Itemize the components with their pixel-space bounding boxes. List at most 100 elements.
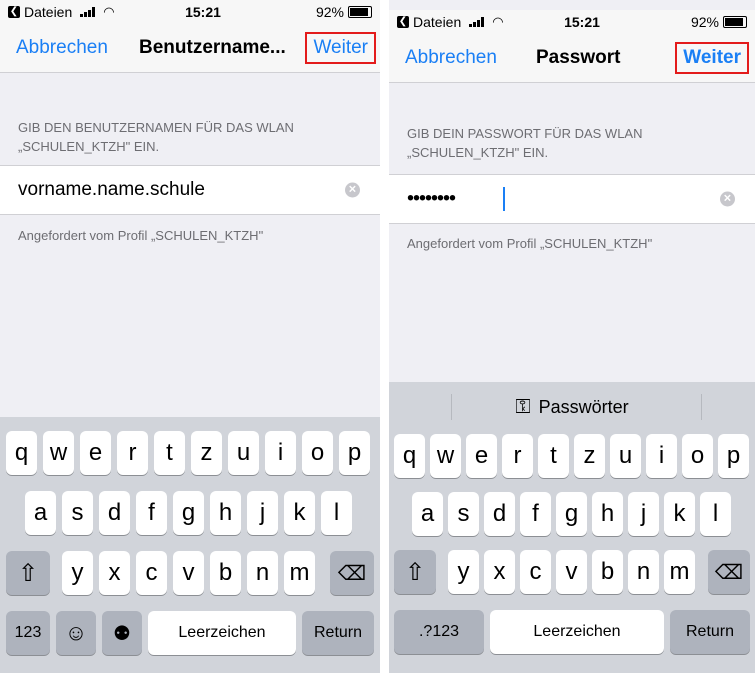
key-m[interactable]: m	[284, 551, 315, 595]
field-footer: Angefordert vom Profil „SCHULEN_KTZH"	[407, 236, 653, 251]
battery-icon	[723, 16, 747, 28]
key-a[interactable]: a	[25, 491, 56, 535]
key-f[interactable]: f	[136, 491, 167, 535]
screenshot-divider	[380, 0, 389, 673]
key-c[interactable]: c	[520, 550, 551, 594]
back-to-app[interactable]: ❮ Dateien ◠	[8, 4, 115, 20]
key-l[interactable]: l	[700, 492, 731, 536]
key-w[interactable]: w	[430, 434, 461, 478]
key-v[interactable]: v	[556, 550, 587, 594]
key-t[interactable]: t	[538, 434, 569, 478]
key-q[interactable]: q	[6, 431, 37, 475]
space-key[interactable]: Leerzeichen	[490, 610, 664, 654]
key-d[interactable]: d	[99, 491, 130, 535]
username-input[interactable]: vorname.name.schule	[18, 179, 205, 201]
key-a[interactable]: a	[412, 492, 443, 536]
password-field[interactable]: •••••••• ✕	[389, 174, 755, 224]
return-key[interactable]: Return	[670, 610, 750, 654]
key-u[interactable]: u	[228, 431, 259, 475]
key-b[interactable]: b	[210, 551, 241, 595]
key-z[interactable]: z	[191, 431, 222, 475]
shift-icon: ⇧	[17, 559, 39, 587]
back-arrow-icon: ❮	[397, 16, 409, 28]
battery-percent: 92%	[315, 4, 344, 20]
delete-key[interactable]: ⌫	[330, 551, 374, 595]
key-l[interactable]: l	[321, 491, 352, 535]
key-r[interactable]: r	[117, 431, 148, 475]
username-screen: ❮ Dateien ◠ 15:21 92% Abbrechen Benutzer…	[0, 0, 380, 673]
key-s[interactable]: s	[448, 492, 479, 536]
key-k[interactable]: k	[664, 492, 695, 536]
key-b[interactable]: b	[592, 550, 623, 594]
key-k[interactable]: k	[284, 491, 315, 535]
key-i[interactable]: i	[646, 434, 677, 478]
space-key[interactable]: Leerzeichen	[148, 611, 296, 655]
key-e[interactable]: e	[80, 431, 111, 475]
key-w[interactable]: w	[43, 431, 74, 475]
back-to-app[interactable]: ❮ Dateien ◠	[397, 14, 504, 30]
key-p[interactable]: p	[339, 431, 370, 475]
password-screen: ❮ Dateien ◠ 15:21 92% Abbrechen Passwort…	[389, 0, 755, 673]
key-e[interactable]: e	[466, 434, 497, 478]
delete-icon: ⌫	[337, 562, 367, 585]
microphone-key[interactable]: ⚉	[102, 611, 142, 655]
key-g[interactable]: g	[556, 492, 587, 536]
status-bar: ❮ Dateien ◠ 15:21 92%	[389, 10, 755, 34]
microphone-icon: ⚉	[113, 622, 131, 645]
numbers-key[interactable]: .?123	[394, 610, 484, 654]
shift-key[interactable]: ⇧	[394, 550, 436, 594]
username-field[interactable]: vorname.name.schule ✕	[0, 165, 380, 215]
delete-key[interactable]: ⌫	[708, 550, 750, 594]
key-h[interactable]: h	[592, 492, 623, 536]
next-button[interactable]: Weiter	[305, 32, 376, 64]
emoji-key[interactable]: ☺	[56, 611, 96, 655]
keyboard: ⚿ Passwörter q w e r t z u i o p a s d f…	[389, 382, 755, 673]
key-o[interactable]: o	[682, 434, 713, 478]
key-s[interactable]: s	[62, 491, 93, 535]
clear-icon[interactable]: ✕	[720, 191, 735, 207]
key-y[interactable]: y	[62, 551, 93, 595]
cancel-button[interactable]: Abbrechen	[405, 47, 497, 69]
key-p[interactable]: p	[718, 434, 749, 478]
key-j[interactable]: j	[628, 492, 659, 536]
key-d[interactable]: d	[484, 492, 515, 536]
key-u[interactable]: u	[610, 434, 641, 478]
key-j[interactable]: j	[247, 491, 278, 535]
key-x[interactable]: x	[99, 551, 130, 595]
key-z[interactable]: z	[574, 434, 605, 478]
key-t[interactable]: t	[154, 431, 185, 475]
key-g[interactable]: g	[173, 491, 204, 535]
next-button[interactable]: Weiter	[675, 42, 749, 74]
signal-icon	[469, 17, 485, 27]
key-n[interactable]: n	[628, 550, 659, 594]
key-f[interactable]: f	[520, 492, 551, 536]
return-key[interactable]: Return	[302, 611, 374, 655]
field-header: GIB DEIN PASSWORT FÜR DAS WLAN „SCHULEN_…	[407, 126, 643, 160]
key-h[interactable]: h	[210, 491, 241, 535]
clear-icon[interactable]: ✕	[345, 182, 360, 198]
key-x[interactable]: x	[484, 550, 515, 594]
password-input[interactable]: ••••••••	[407, 188, 456, 211]
passwords-suggestion[interactable]: ⚿ Passwörter	[389, 390, 755, 424]
key-m[interactable]: m	[664, 550, 695, 594]
back-arrow-icon: ❮	[8, 6, 20, 18]
signal-icon	[80, 7, 96, 17]
key-q[interactable]: q	[394, 434, 425, 478]
field-footer: Angefordert vom Profil „SCHULEN_KTZH"	[18, 228, 264, 243]
back-label: Dateien	[24, 4, 73, 20]
key-y[interactable]: y	[448, 550, 479, 594]
key-v[interactable]: v	[173, 551, 204, 595]
numbers-key[interactable]: 123	[6, 611, 50, 655]
key-r[interactable]: r	[502, 434, 533, 478]
key-o[interactable]: o	[302, 431, 333, 475]
key-c[interactable]: c	[136, 551, 167, 595]
wifi-icon: ◠	[492, 14, 504, 29]
back-label: Dateien	[413, 14, 462, 30]
text-cursor	[503, 187, 505, 211]
key-n[interactable]: n	[247, 551, 278, 595]
battery: 92%	[691, 14, 747, 30]
status-time: 15:21	[564, 14, 600, 30]
shift-key[interactable]: ⇧	[6, 551, 50, 595]
cancel-button[interactable]: Abbrechen	[16, 37, 108, 59]
key-i[interactable]: i	[265, 431, 296, 475]
